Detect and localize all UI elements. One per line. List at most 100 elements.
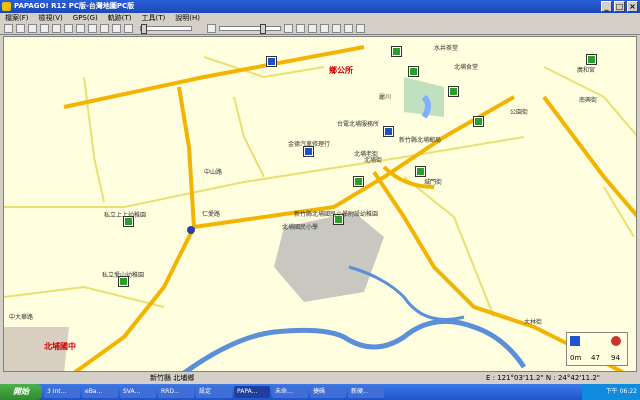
- place-label: 麗川: [379, 94, 392, 101]
- save-icon[interactable]: [28, 24, 37, 33]
- road-label: 大林街: [524, 319, 543, 326]
- car-repair-icon[interactable]: [303, 146, 314, 157]
- road-major-north: [63, 45, 365, 109]
- taskbar-item[interactable]: 新硬...: [348, 386, 384, 398]
- scale-label: 0m: [570, 354, 582, 362]
- place-label: 私立愛山幼稚園: [102, 272, 145, 279]
- taskbar-item[interactable]: RRD...: [158, 386, 194, 398]
- road-renai: [73, 86, 197, 371]
- road-label: 中山路: [204, 169, 223, 176]
- poi-icon[interactable]: [391, 46, 402, 57]
- speed-icon: [611, 336, 621, 346]
- north-arrow-icon: [570, 336, 580, 346]
- school-label: 北埔國中: [44, 342, 76, 351]
- menu-track[interactable]: 軌跡(T): [103, 13, 137, 23]
- clock[interactable]: 下午 06:22: [606, 388, 637, 395]
- route-marker-icon[interactable]: [187, 226, 195, 234]
- poi-icon[interactable]: [415, 166, 426, 177]
- road-east: [542, 95, 636, 218]
- menu-bar: 檔案(F) 檢視(V) GPS(G) 軌跡(T) 工具(T) 說明(H): [0, 13, 640, 23]
- pan-icon[interactable]: [100, 24, 109, 33]
- school-icon[interactable]: [353, 176, 364, 187]
- compass-icon[interactable]: [296, 24, 305, 33]
- road-minor: [4, 285, 165, 308]
- taskbar-item[interactable]: 設定: [196, 386, 232, 398]
- place-label: 金德汽車修理行: [288, 141, 331, 148]
- maximize-button[interactable]: □: [614, 1, 625, 12]
- new-icon[interactable]: [4, 24, 13, 33]
- measure-icon[interactable]: [124, 24, 133, 33]
- compass-panel[interactable]: 0m 47 94: [566, 332, 628, 366]
- close-button[interactable]: ×: [627, 1, 638, 12]
- taskbar-item[interactable]: eBa...: [82, 386, 118, 398]
- search-icon[interactable]: [64, 24, 73, 33]
- menu-file[interactable]: 檔案(F): [0, 13, 34, 23]
- parking-icon[interactable]: [266, 56, 277, 67]
- menu-tools[interactable]: 工具(T): [137, 13, 171, 23]
- poi-icon[interactable]: [473, 116, 484, 127]
- location-text: 新竹縣 北埔鄉: [150, 374, 195, 382]
- window-titlebar: PAPAGO! R12 PC版-台灣地圖PC版 _ □ ×: [0, 0, 640, 13]
- gps-icon[interactable]: [88, 24, 97, 33]
- menu-view[interactable]: 檢視(V): [34, 13, 68, 23]
- map-canvas[interactable]: [4, 37, 637, 372]
- road-zhongshan: [4, 136, 525, 208]
- status-bar: 新竹縣 北埔鄉 E : 121°03'11.2" N : 24°42'11.2": [0, 372, 640, 384]
- place-label: 北埔國民小學: [282, 224, 319, 231]
- app-icon: [2, 2, 11, 11]
- place-label: 南興街: [579, 97, 598, 104]
- menu-help[interactable]: 說明(H): [170, 13, 205, 23]
- place-label: 水井茶堂: [434, 45, 459, 52]
- scale-value-a: 47: [591, 354, 600, 362]
- route-icon[interactable]: [76, 24, 85, 33]
- info-icon[interactable]: [356, 24, 365, 33]
- settings-icon[interactable]: [344, 24, 353, 33]
- coordinate-text: E : 121°03'11.2" N : 24°42'11.2": [485, 374, 600, 382]
- map-view[interactable]: 鄉公所 北埔國中 中山路 仁愛路 北埔街 大林街 中大華路 公園街 城門街 私立…: [3, 36, 637, 372]
- taskbar-item-active[interactable]: PAPA...: [234, 386, 270, 398]
- taskbar-item[interactable]: SVA...: [120, 386, 156, 398]
- minimize-button[interactable]: _: [601, 1, 612, 12]
- place-label: 北埔老街: [354, 151, 379, 158]
- road-minor: [233, 96, 265, 178]
- start-button[interactable]: 開始: [0, 384, 42, 400]
- poi-icon[interactable]: [408, 66, 419, 77]
- township-office-label: 鄉公所: [329, 66, 353, 75]
- road-minor: [403, 176, 495, 318]
- taskbar-item[interactable]: 未命...: [272, 386, 308, 398]
- road-minor: [83, 76, 105, 203]
- river: [182, 318, 527, 371]
- print-icon[interactable]: [40, 24, 49, 33]
- rotate-slider[interactable]: [140, 24, 192, 34]
- poi-icon[interactable]: [586, 54, 597, 65]
- road-label: 公園街: [510, 109, 529, 116]
- system-tray: 下午 06:22: [582, 384, 640, 400]
- taskbar: 開始 3 Int... eBa... SVA... RRD... 設定 PAPA…: [0, 384, 640, 400]
- day-icon[interactable]: [320, 24, 329, 33]
- poi-icon[interactable]: [448, 86, 459, 97]
- place-label: 北埔食堂: [454, 64, 479, 71]
- place-label: 廣和宮: [577, 67, 596, 74]
- road-label: 仁愛路: [202, 211, 221, 218]
- place-label: 新竹縣北埔郵局: [399, 137, 442, 144]
- place-label: 私立上上幼稚園: [104, 212, 147, 219]
- scale-value-b: 94: [611, 354, 620, 362]
- taskbar-item[interactable]: 捷碼: [310, 386, 346, 398]
- toolbar: [0, 23, 640, 35]
- zoom-in-icon[interactable]: [284, 24, 293, 33]
- night-icon[interactable]: [332, 24, 341, 33]
- north-icon[interactable]: [308, 24, 317, 33]
- zoom-slider[interactable]: [219, 24, 281, 34]
- road-label: 城門街: [424, 179, 443, 186]
- slider-thumb[interactable]: [141, 24, 147, 34]
- layer-icon[interactable]: [52, 24, 61, 33]
- taskbar-item[interactable]: 3 Int...: [44, 386, 80, 398]
- zoom-out-icon[interactable]: [207, 24, 216, 33]
- zoom-icon[interactable]: [112, 24, 121, 33]
- tool-shop-icon[interactable]: [383, 126, 394, 137]
- window-title: PAPAGO! R12 PC版-台灣地圖PC版: [14, 2, 135, 10]
- zoom-thumb[interactable]: [260, 24, 266, 34]
- open-icon[interactable]: [16, 24, 25, 33]
- menu-gps[interactable]: GPS(G): [68, 13, 103, 23]
- place-label: 新竹縣北埔國民小學附設幼稚園: [294, 211, 379, 218]
